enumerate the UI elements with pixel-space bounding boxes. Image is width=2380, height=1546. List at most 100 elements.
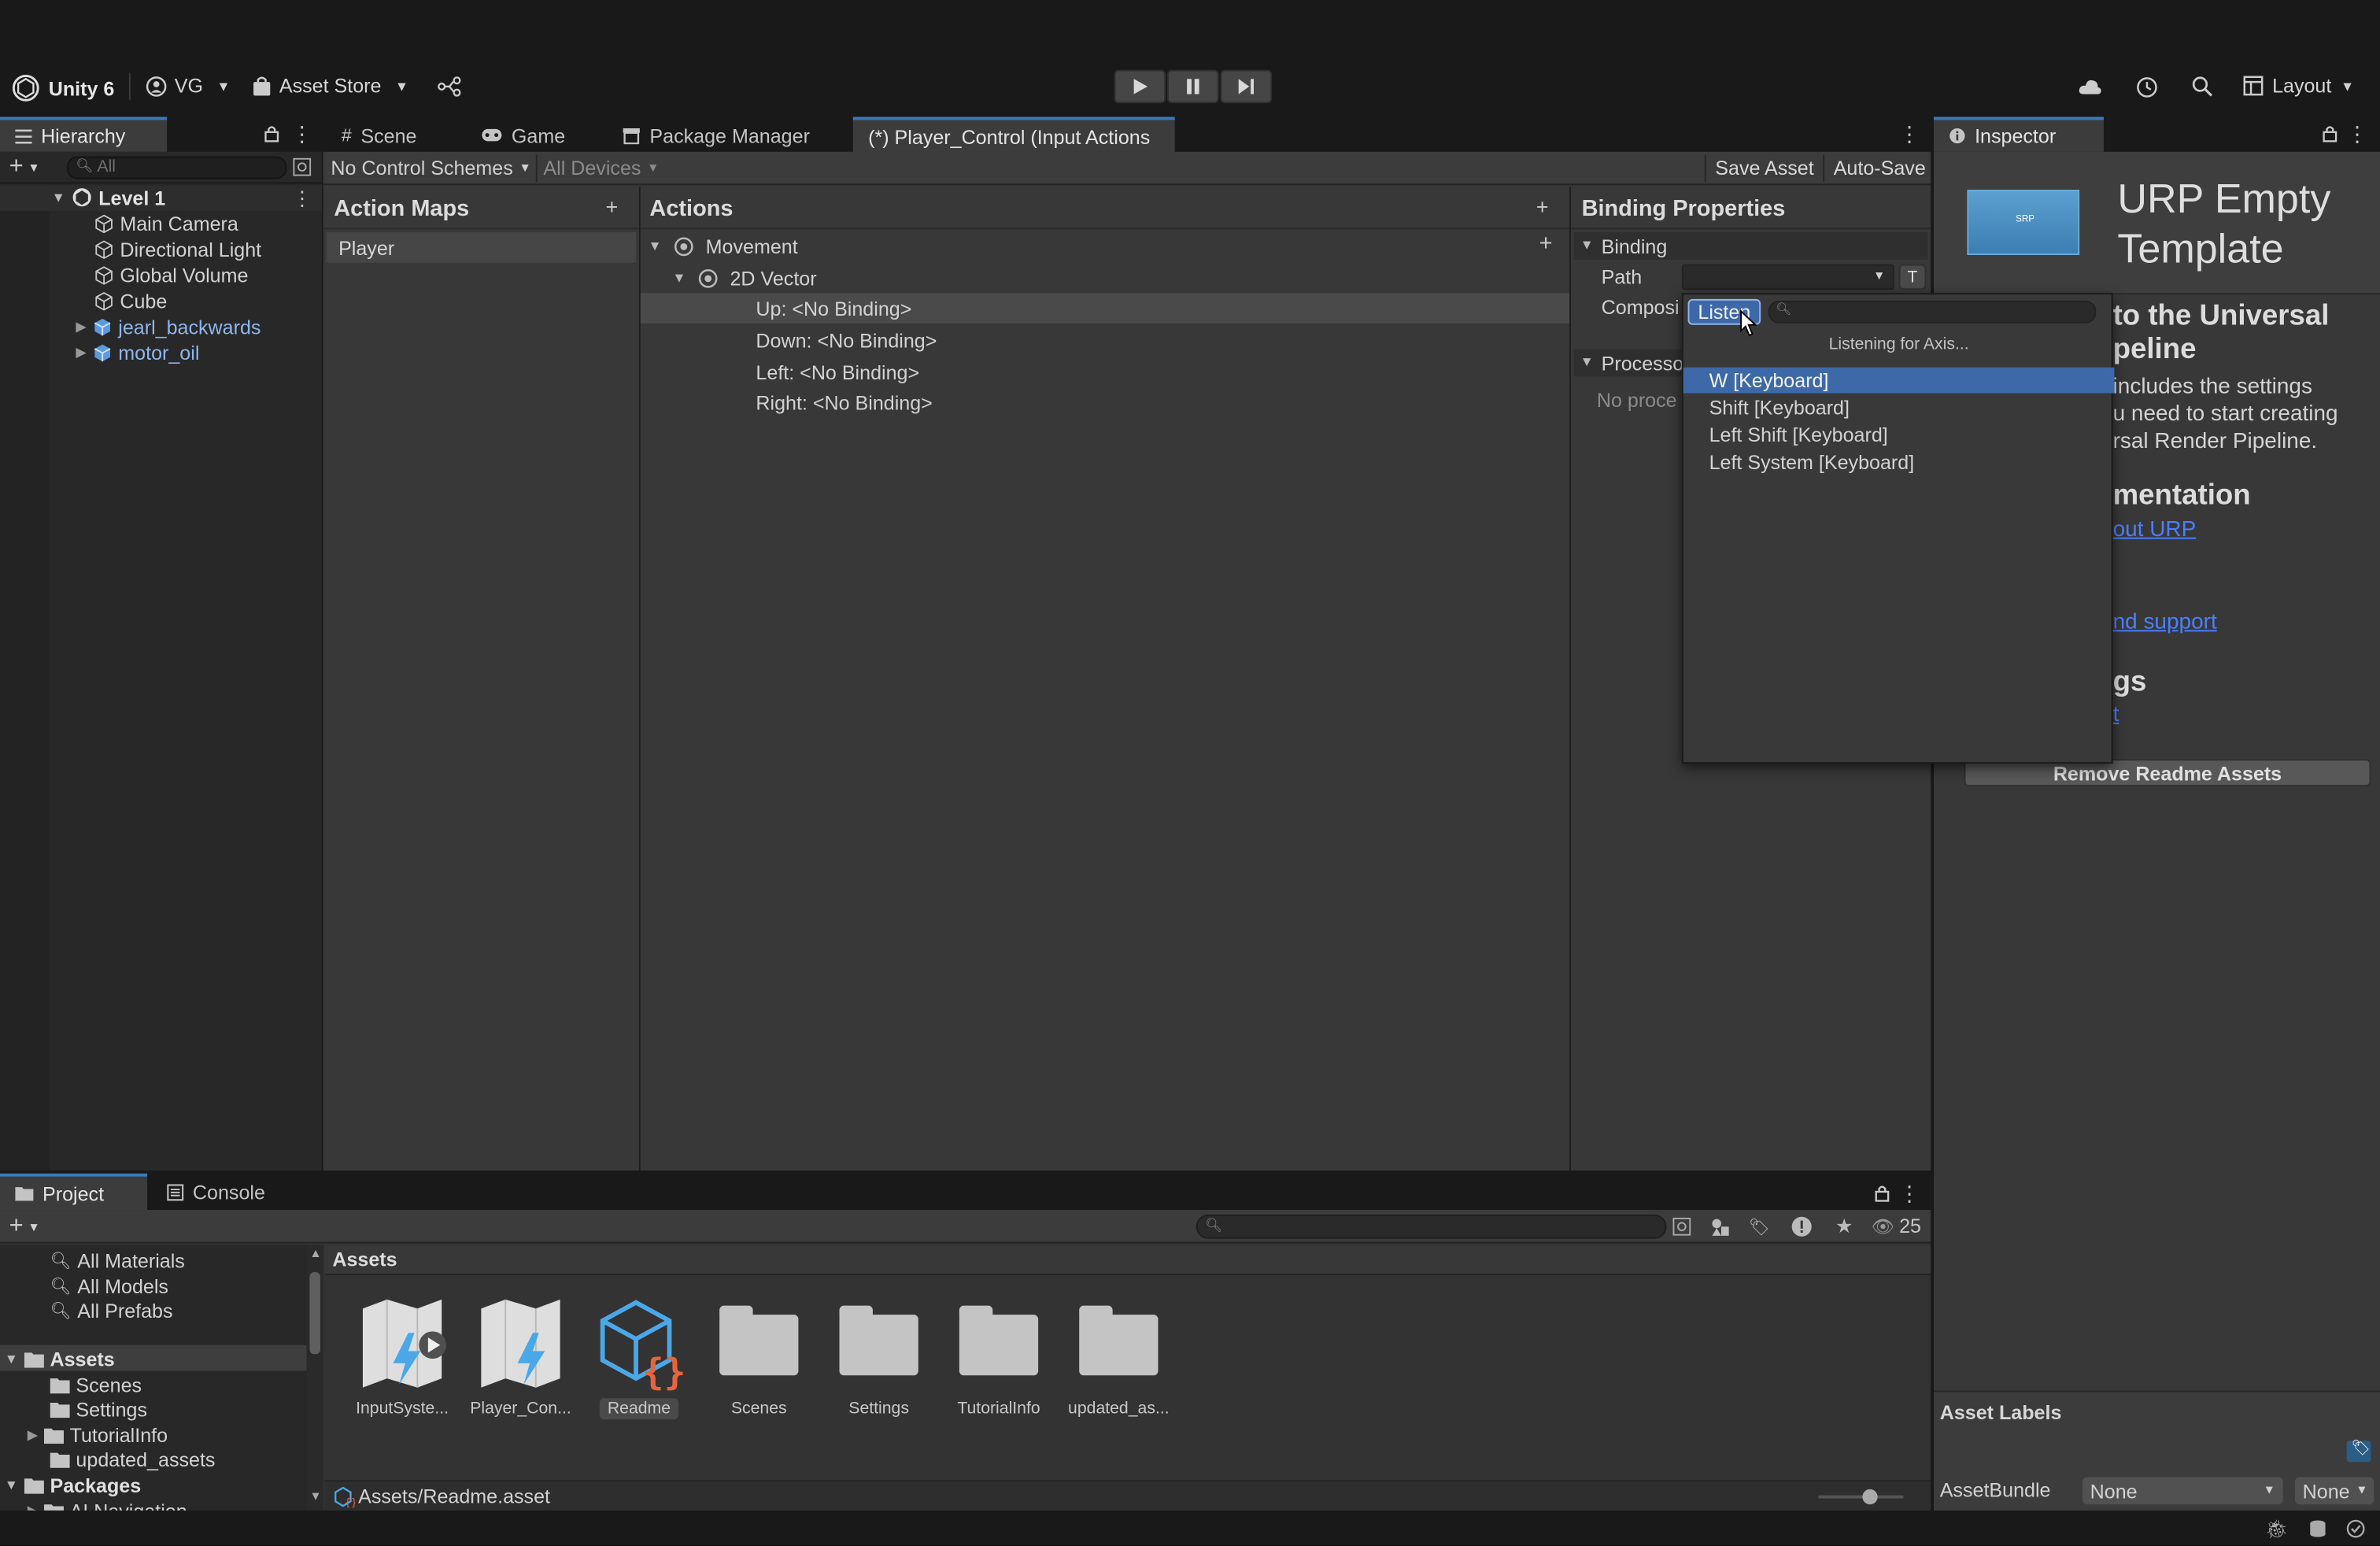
search-button[interactable] xyxy=(2187,73,2218,101)
hidden-packages-toggle[interactable]: 👁︎ 25 xyxy=(1872,1215,1921,1237)
undo-history-button[interactable] xyxy=(2131,73,2162,101)
dropdown-option[interactable]: Left Shift [Keyboard] xyxy=(1683,422,2115,448)
scroll-up-icon[interactable]: ▲ xyxy=(309,1246,321,1259)
lock-button[interactable] xyxy=(261,123,283,144)
expand-arrow-icon[interactable]: ▼ xyxy=(648,239,661,253)
asset-tile-selected[interactable]: {} Readme xyxy=(580,1296,698,1420)
add-binding-button[interactable]: + xyxy=(1539,231,1553,257)
favorite-item[interactable]: 🔍︎ All Prefabs xyxy=(50,1298,173,1322)
slider-thumb[interactable] xyxy=(1862,1489,1878,1505)
binding-item[interactable]: Right: <No Binding> xyxy=(756,390,932,415)
breadcrumb[interactable]: Assets xyxy=(332,1248,397,1270)
tab-game[interactable]: Game xyxy=(466,117,580,153)
search-scene-button[interactable] xyxy=(1669,1216,1694,1237)
readme-link[interactable]: nd support xyxy=(2113,610,2217,634)
expand-arrow-icon[interactable]: ▶ xyxy=(76,318,86,335)
action-map-item[interactable]: Player xyxy=(326,232,637,263)
favorite-item[interactable]: 🔍︎ All Models xyxy=(50,1274,168,1298)
asset-tile[interactable]: updated_as... xyxy=(1059,1296,1177,1418)
tab-project[interactable]: Project xyxy=(0,1173,148,1211)
debug-button[interactable]: 🐞︎ xyxy=(2264,1517,2289,1541)
expand-arrow-icon[interactable]: ▶ xyxy=(76,344,86,361)
more-options-button[interactable]: ⋮ xyxy=(291,123,312,144)
popup-search-field[interactable]: 🔍︎ xyxy=(1768,300,2097,324)
pause-button[interactable] xyxy=(1167,69,1219,104)
text-mode-button[interactable]: T xyxy=(1898,264,1927,290)
package-item[interactable]: ▶ AI Navigation xyxy=(28,1498,187,1511)
step-button[interactable] xyxy=(1220,69,1273,104)
scroll-down-icon[interactable]: ▼ xyxy=(309,1489,321,1503)
readme-link[interactable]: out URP xyxy=(2113,518,2197,542)
devices-dropdown[interactable]: All Devices ▼ xyxy=(543,157,659,179)
binding-item[interactable]: Up: <No Binding> xyxy=(756,296,911,320)
assets-root-item[interactable]: ▼ Assets xyxy=(5,1347,115,1371)
asset-labels-button[interactable]: 🏷︎ xyxy=(2346,1441,2371,1463)
dropdown-option[interactable]: Shift [Keyboard] xyxy=(1683,394,2115,420)
asset-tile[interactable]: Player_Con... xyxy=(461,1296,579,1418)
scene-menu-button[interactable]: ⋮ xyxy=(291,187,312,208)
account-dropdown[interactable]: VG ▼ xyxy=(146,74,231,97)
packages-root-item[interactable]: ▼ Packages xyxy=(5,1473,141,1497)
dropdown-option-selected[interactable]: W [Keyboard] xyxy=(1683,367,2115,394)
hierarchy-item[interactable]: ▶ jearl_backwards xyxy=(76,314,261,338)
icon-size-slider[interactable] xyxy=(1818,1489,1904,1505)
binding-item[interactable]: Left: <No Binding> xyxy=(756,360,919,384)
scrollbar-thumb[interactable] xyxy=(309,1272,320,1355)
control-schemes-dropdown[interactable]: No Control Schemes ▼ xyxy=(331,157,530,179)
composite-item[interactable]: ▼ 2D Vector xyxy=(672,265,816,290)
auto-save-toggle[interactable]: Auto-Save xyxy=(1834,157,1926,179)
binding-foldout[interactable]: ▼ Binding xyxy=(1573,232,1928,260)
tab-input-actions[interactable]: (*) Player_Control (Input Actions xyxy=(852,117,1175,153)
layout-dropdown[interactable]: Layout ▼ xyxy=(2243,74,2354,97)
tab-scene[interactable]: # Scene xyxy=(327,117,432,153)
search-by-label-button[interactable]: 🏷︎ xyxy=(1747,1216,1772,1237)
assetbundle-dropdown[interactable]: None ▼ xyxy=(2082,1477,2283,1505)
create-dropdown[interactable]: + ▼ xyxy=(9,1214,40,1239)
folder-item[interactable]: updated_assets xyxy=(50,1447,215,1471)
folder-item[interactable]: Scenes xyxy=(50,1372,142,1396)
tab-inspector[interactable]: Inspector xyxy=(1933,117,2104,152)
expand-arrow-icon[interactable]: ▼ xyxy=(52,190,65,205)
folder-item[interactable]: Settings xyxy=(50,1396,147,1421)
add-action-button[interactable]: + xyxy=(1536,194,1549,219)
asset-tile[interactable]: Settings xyxy=(819,1296,937,1418)
asset-tile[interactable]: Scenes xyxy=(700,1296,818,1418)
hierarchy-item[interactable]: Global Volume xyxy=(94,263,248,287)
path-dropdown[interactable]: ▼ xyxy=(1681,264,1894,290)
tree-scrollbar-track[interactable]: ▲ ▼ xyxy=(306,1245,323,1511)
more-options-button[interactable]: ⋮ xyxy=(2347,123,2368,144)
asset-tile[interactable]: InputSyste... xyxy=(343,1296,461,1418)
search-by-type-button[interactable] xyxy=(1708,1216,1732,1237)
unity-menu-button[interactable]: Unity 6 xyxy=(12,74,114,102)
version-control-button[interactable] xyxy=(434,73,465,101)
background-tasks-button[interactable] xyxy=(2344,1517,2368,1541)
cache-server-button[interactable] xyxy=(2305,1517,2330,1541)
scene-root-item[interactable]: ▼ Level 1 xyxy=(52,185,166,209)
hierarchy-item[interactable]: Cube xyxy=(94,288,167,313)
project-search-field[interactable]: 🔍︎ xyxy=(1196,1214,1667,1239)
action-item[interactable]: ▼ Movement xyxy=(648,234,797,258)
dropdown-option[interactable]: Left System [Keyboard] xyxy=(1683,449,2115,475)
asset-tile[interactable]: TutorialInfo xyxy=(940,1296,1058,1418)
add-action-map-button[interactable]: + xyxy=(605,194,618,219)
folder-item[interactable]: ▶ TutorialInfo xyxy=(28,1422,168,1447)
favorite-item[interactable]: 🔍︎ All Materials xyxy=(50,1248,185,1272)
lock-button[interactable] xyxy=(1872,1182,1893,1204)
readme-link[interactable]: t xyxy=(2113,703,2119,727)
more-options-button[interactable]: ⋮ xyxy=(1899,1182,1920,1204)
search-log-button[interactable] xyxy=(1788,1215,1816,1239)
expand-arrow-icon[interactable]: ▼ xyxy=(672,270,686,285)
hierarchy-item[interactable]: Main Camera xyxy=(94,211,238,235)
binding-item[interactable]: Down: <No Binding> xyxy=(756,328,937,353)
tab-package-manager[interactable]: Package Manager xyxy=(607,117,825,153)
tab-console[interactable]: Console xyxy=(152,1174,280,1210)
asset-store-dropdown[interactable]: Asset Store ▼ xyxy=(252,74,408,97)
create-dropdown[interactable]: + ▼ xyxy=(9,154,40,179)
variant-dropdown[interactable]: None ▼ xyxy=(2294,1477,2374,1505)
more-options-button[interactable]: ⋮ xyxy=(1899,123,1920,144)
favorites-button[interactable]: ★ xyxy=(1831,1215,1858,1239)
save-asset-button[interactable]: Save Asset xyxy=(1715,157,1813,179)
lock-button[interactable] xyxy=(2319,123,2341,144)
hierarchy-item[interactable]: ▶ motor_oil xyxy=(76,340,199,364)
hierarchy-search-field[interactable]: 🔍︎ All xyxy=(66,156,287,179)
